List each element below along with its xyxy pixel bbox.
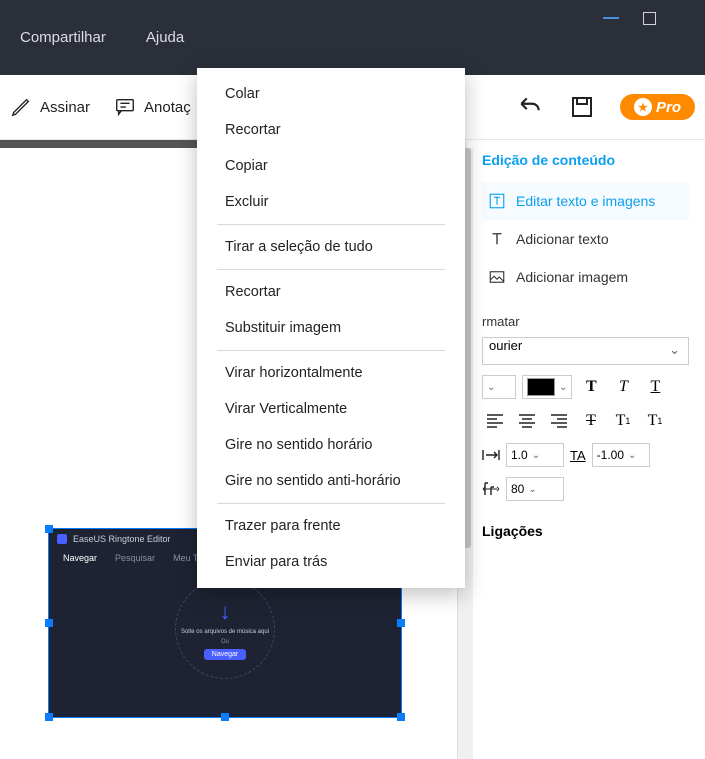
sign-label: Assinar: [40, 99, 90, 116]
image-icon: [488, 268, 506, 286]
context-menu-item[interactable]: Gire no sentido anti-horário: [197, 463, 465, 499]
window-controls: [601, 8, 697, 28]
menubar: Compartilhar Ajuda: [0, 0, 705, 75]
word-spacing-icon: TA: [570, 448, 586, 463]
pro-label: Pro: [656, 99, 681, 116]
context-menu-item[interactable]: Recortar: [197, 112, 465, 148]
download-arrow-icon: ↓: [220, 599, 231, 625]
bold-button[interactable]: T: [578, 375, 604, 399]
font-size-select[interactable]: ⌄: [482, 375, 516, 399]
close-icon: [680, 11, 694, 25]
close-button[interactable]: [677, 8, 697, 28]
comment-icon: [114, 96, 136, 118]
pro-badge[interactable]: ★ Pro: [620, 94, 695, 120]
context-menu-item[interactable]: Colar: [197, 76, 465, 112]
pen-icon: [10, 96, 32, 118]
resize-handle-mr[interactable]: [397, 619, 405, 627]
align-left-button[interactable]: [482, 409, 508, 433]
context-menu-item[interactable]: Trazer para frente: [197, 508, 465, 544]
align-left-icon: [487, 414, 503, 428]
underline-button[interactable]: T: [642, 375, 668, 399]
context-menu-item[interactable]: Excluir: [197, 184, 465, 220]
italic-button[interactable]: T: [610, 375, 636, 399]
resize-handle-br[interactable]: [397, 713, 405, 721]
sidebar-add-text-label: Adicionar texto: [516, 231, 609, 247]
resize-handle-tl[interactable]: [45, 525, 53, 533]
font-color-select[interactable]: ⌄: [522, 375, 572, 399]
sidebar: Edição de conteúdo Editar texto e imagen…: [465, 140, 705, 759]
horizontal-scale-icon: [482, 481, 500, 497]
align-center-button[interactable]: [514, 409, 540, 433]
save-button[interactable]: [568, 93, 596, 121]
word-spacing-input[interactable]: -1.00⌄: [592, 443, 650, 467]
context-menu-item[interactable]: Substituir imagem: [197, 310, 465, 346]
format-title: rmatar: [482, 314, 689, 329]
annotate-label: Anotaç: [144, 99, 191, 116]
context-menu-item[interactable]: Gire no sentido horário: [197, 427, 465, 463]
save-icon: [570, 95, 594, 119]
color-swatch: [527, 378, 555, 396]
context-menu-item[interactable]: Recortar: [197, 274, 465, 310]
context-menu-item[interactable]: Copiar: [197, 148, 465, 184]
font-family-value: ourier: [489, 338, 522, 353]
embedded-drop-or: Ou: [221, 639, 229, 645]
annotate-tool[interactable]: Anotaç: [114, 96, 191, 118]
star-icon: ★: [634, 98, 652, 116]
text-icon: [488, 230, 506, 248]
embedded-tab-search: Pesquisar: [115, 553, 155, 563]
context-menu-item[interactable]: Virar Verticalmente: [197, 391, 465, 427]
embedded-drop-text: Solte os arquivos de música aqui: [181, 629, 269, 635]
horizontal-scale-input[interactable]: 80⌄: [506, 477, 564, 501]
subscript-button[interactable]: T1: [642, 409, 668, 433]
chevron-down-icon: ⌄: [628, 450, 636, 461]
context-menu-item[interactable]: Virar horizontalmente: [197, 355, 465, 391]
context-menu-separator: [217, 350, 445, 351]
char-spacing-input[interactable]: 1.0⌄: [506, 443, 564, 467]
menu-help[interactable]: Ajuda: [146, 29, 184, 46]
strikethrough-button[interactable]: T: [578, 409, 604, 433]
sign-tool[interactable]: Assinar: [10, 96, 90, 118]
context-menu-item[interactable]: Enviar para trás: [197, 544, 465, 580]
undo-button[interactable]: [516, 93, 544, 121]
chevron-down-icon: ⌄: [528, 484, 536, 495]
align-right-button[interactable]: [546, 409, 572, 433]
maximize-button[interactable]: [639, 8, 659, 28]
align-center-icon: [519, 414, 535, 428]
sidebar-add-text[interactable]: Adicionar texto: [482, 220, 689, 258]
chevron-down-icon: ⌄: [532, 450, 540, 461]
resize-handle-ml[interactable]: [45, 619, 53, 627]
chevron-down-icon: ⌄: [559, 382, 567, 393]
embedded-tab-browse: Navegar: [63, 553, 97, 563]
context-menu-separator: [217, 224, 445, 225]
font-family-select[interactable]: ourier: [482, 337, 689, 365]
embedded-dropzone: ↓ Solte os arquivos de música aqui Ou Na…: [175, 579, 275, 679]
context-menu-item[interactable]: Tirar a seleção de tudo: [197, 229, 465, 265]
sidebar-add-image-label: Adicionar imagem: [516, 269, 628, 285]
resize-handle-bl[interactable]: [45, 713, 53, 721]
sidebar-section-title: Edição de conteúdo: [482, 152, 689, 168]
embedded-logo-icon: [57, 534, 67, 544]
superscript-button[interactable]: T1: [610, 409, 636, 433]
resize-handle-bm[interactable]: [221, 713, 229, 721]
sidebar-add-image[interactable]: Adicionar imagem: [482, 258, 689, 296]
context-menu-separator: [217, 269, 445, 270]
char-spacing-icon: [482, 447, 500, 463]
menu-share[interactable]: Compartilhar: [20, 29, 106, 46]
undo-icon: [517, 94, 543, 120]
context-menu-separator: [217, 503, 445, 504]
sidebar-edit-text-images[interactable]: Editar texto e imagens: [482, 182, 689, 220]
sidebar-edit-label: Editar texto e imagens: [516, 193, 655, 209]
text-box-icon: [488, 192, 506, 210]
ligatures-title: Ligações: [482, 523, 689, 539]
chevron-down-icon: ⌄: [487, 382, 495, 393]
embedded-browse-btn: Navegar: [204, 649, 246, 660]
minimize-button[interactable]: [601, 8, 621, 28]
align-right-icon: [551, 414, 567, 428]
context-menu: ColarRecortarCopiarExcluirTirar a seleçã…: [197, 68, 465, 588]
embedded-app-title: EaseUS Ringtone Editor: [73, 534, 171, 544]
